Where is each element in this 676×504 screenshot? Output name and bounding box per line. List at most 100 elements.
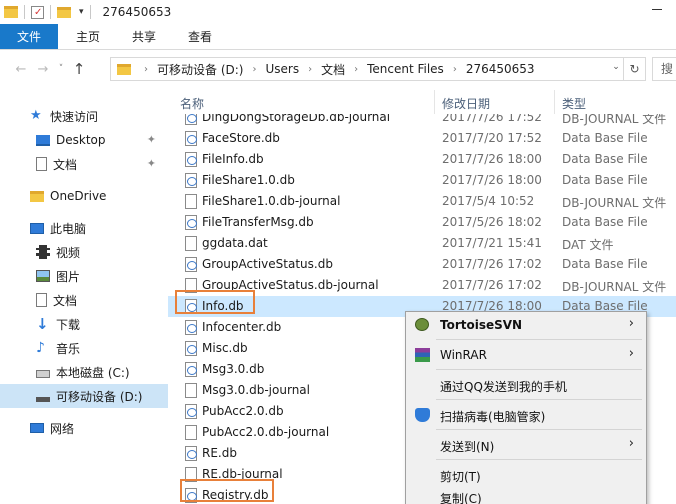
file-name: Msg3.0.db-journal — [202, 383, 310, 397]
file-date: 2017/5/26 18:02 — [442, 215, 542, 229]
file-row[interactable]: FileTransferMsg.db 2017/5/26 18:02 Data Ba… — [168, 212, 676, 233]
breadcrumb-current[interactable]: 276450653 — [462, 62, 539, 76]
menu-item-cut[interactable]: 剪切(T) — [406, 463, 646, 487]
breadcrumb-documents[interactable]: 文档 — [317, 61, 349, 78]
chevron-right-icon[interactable]: › — [303, 64, 317, 75]
sidebar-item-downloads[interactable]: ↓ 下载 — [0, 312, 168, 336]
file-name: FileShare1.0.db-journal — [202, 194, 341, 208]
picture-icon — [36, 270, 50, 282]
tab-view[interactable]: 查看 — [172, 24, 228, 49]
file-row[interactable]: FileShare1.0.db 2017/7/26 18:00 Data Base … — [168, 170, 676, 191]
menu-item-tortoisesvn[interactable]: TortoiseSVN › — [406, 313, 646, 337]
breadcrumb-tencent-files[interactable]: Tencent Files — [363, 62, 448, 76]
ribbon-tabs: 文件 主页 共享 查看 — [0, 24, 676, 50]
column-type[interactable]: 类型 — [562, 95, 586, 112]
sidebar-item-documents[interactable]: 文档 ✦ — [0, 152, 168, 176]
breadcrumb-users[interactable]: Users — [261, 62, 303, 76]
menu-item-send-to[interactable]: 发送到(N) › — [406, 433, 646, 457]
chevron-right-icon[interactable]: › — [247, 64, 261, 75]
computer-icon — [30, 222, 44, 234]
sidebar-item-documents-2[interactable]: 文档 — [0, 288, 168, 312]
tab-share[interactable]: 共享 — [116, 24, 172, 49]
navigation-pane: ★ 快速访问 Desktop ✦ 文档 ✦ OneDrive 此电脑 视频 图片… — [0, 88, 168, 504]
forward-arrow-icon[interactable]: → — [32, 62, 54, 77]
file-row[interactable]: FileInfo.db 2017/7/26 18:00 Data Base File — [168, 149, 676, 170]
database-file-icon — [185, 341, 197, 356]
new-folder-icon[interactable] — [57, 6, 71, 18]
divider — [24, 5, 25, 19]
file-name: RE.db — [202, 446, 237, 460]
sidebar-item-network[interactable]: 网络 — [0, 416, 168, 440]
file-type: Data Base File — [562, 173, 648, 187]
recent-locations-chevron-icon[interactable]: ˅ — [54, 64, 68, 74]
file-icon — [185, 425, 197, 440]
file-row[interactable]: FaceStore.db 2017/7/20 17:52 Data Base Fil… — [168, 128, 676, 149]
address-bar[interactable]: › 可移动设备 (D:) › Users › 文档 › Tencent File… — [110, 57, 646, 81]
sidebar-item-removable-d[interactable]: 可移动设备 (D:) — [0, 384, 168, 408]
menu-item-label: TortoiseSVN — [440, 318, 523, 332]
file-row[interactable]: DingDongStorageDb.db-journal 2017/7/26 17… — [168, 114, 676, 128]
file-name: Misc.db — [202, 341, 248, 355]
database-file-icon — [185, 257, 197, 272]
breadcrumb-drive[interactable]: 可移动设备 (D:) — [153, 61, 247, 78]
up-arrow-icon[interactable]: ↑ — [68, 60, 90, 78]
file-date: 2017/7/20 17:52 — [442, 131, 542, 145]
sidebar-item-music[interactable]: ♪ 音乐 — [0, 336, 168, 360]
network-icon — [30, 423, 44, 433]
sidebar-item-label: 网络 — [50, 421, 75, 436]
sidebar-item-pictures[interactable]: 图片 — [0, 264, 168, 288]
chevron-right-icon: › — [628, 436, 634, 451]
menu-item-virus-scan[interactable]: 扫描病毒(电脑管家) — [406, 403, 646, 427]
menu-item-send-to-phone-qq[interactable]: 通过QQ发送到我的手机 — [406, 373, 646, 397]
sidebar-item-label: 文档 — [53, 293, 78, 308]
file-icon — [185, 194, 197, 209]
file-date: 2017/7/26 18:00 — [442, 173, 542, 187]
sidebar-item-local-disk-c[interactable]: 本地磁盘 (C:) — [0, 360, 168, 384]
column-date[interactable]: 修改日期 — [442, 95, 490, 112]
window-title: 276450653 — [102, 5, 172, 19]
winrar-icon — [415, 348, 430, 362]
chevron-right-icon[interactable]: › — [349, 64, 363, 75]
sidebar-item-label: 图片 — [56, 269, 81, 284]
menu-item-winrar[interactable]: WinRAR › — [406, 343, 646, 367]
chevron-right-icon[interactable]: › — [139, 64, 153, 75]
sidebar-item-videos[interactable]: 视频 — [0, 240, 168, 264]
file-date: 2017/7/26 18:00 — [442, 152, 542, 166]
navigation-bar: ← → ˅ ↑ › 可移动设备 (D:) › Users › 文档 › Tenc… — [0, 51, 676, 87]
tab-file[interactable]: 文件 — [0, 24, 58, 49]
refresh-icon[interactable]: ↻ — [623, 58, 645, 80]
file-row[interactable]: FileShare1.0.db-journal 2017/5/4 10:52 DB-… — [168, 191, 676, 212]
column-divider[interactable] — [554, 90, 555, 114]
sidebar-item-desktop[interactable]: Desktop ✦ — [0, 128, 168, 152]
chevron-right-icon[interactable]: › — [448, 64, 462, 75]
search-input[interactable]: 搜 — [652, 57, 676, 81]
file-date: 2017/7/26 17:02 — [442, 278, 542, 292]
menu-separator — [436, 369, 642, 370]
menu-item-copy[interactable]: 复制(C) — [406, 485, 646, 504]
pin-icon[interactable]: ✦ — [147, 157, 156, 170]
column-header: 名称 修改日期 类型 — [168, 90, 676, 114]
properties-icon[interactable]: ✓ — [31, 5, 44, 19]
back-arrow-icon[interactable]: ← — [10, 62, 32, 77]
minimize-button[interactable] — [652, 9, 662, 10]
tab-home[interactable]: 主页 — [58, 24, 116, 49]
sidebar-item-quick-access[interactable]: ★ 快速访问 — [0, 104, 168, 128]
folder-icon — [4, 6, 18, 18]
file-name: FileInfo.db — [202, 152, 264, 166]
highlight-box — [180, 479, 274, 502]
column-name[interactable]: 名称 — [180, 95, 204, 112]
file-row[interactable]: ggdata.dat 2017/7/21 15:41 DAT 文件 — [168, 233, 676, 254]
database-file-icon — [185, 114, 197, 125]
file-type: DB-JOURNAL 文件 — [562, 280, 667, 294]
download-icon: ↓ — [36, 315, 49, 333]
file-type: DB-JOURNAL 文件 — [562, 196, 667, 210]
file-row[interactable]: GroupActiveStatus.db 2017/7/26 17:02 Data … — [168, 254, 676, 275]
address-dropdown-icon[interactable]: ⌄ — [609, 62, 623, 72]
pin-icon[interactable]: ✦ — [147, 133, 156, 146]
quick-access-dropdown-icon[interactable]: ▾ — [79, 7, 84, 17]
file-date: 2017/7/26 17:52 — [442, 114, 542, 124]
column-divider[interactable] — [434, 90, 435, 114]
sidebar-item-this-pc[interactable]: 此电脑 — [0, 216, 168, 240]
usb-drive-icon — [36, 396, 50, 402]
sidebar-item-onedrive[interactable]: OneDrive — [0, 184, 168, 208]
